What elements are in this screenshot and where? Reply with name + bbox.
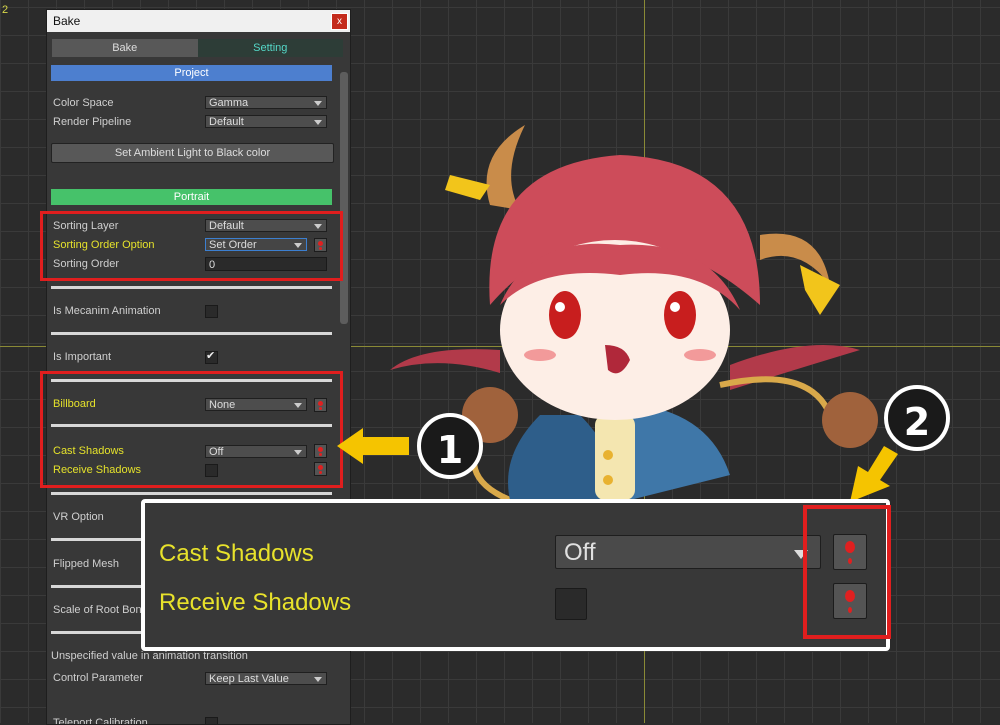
is-important-label: Is Important: [53, 351, 112, 363]
annotation-badge-2: 2: [884, 385, 950, 451]
flipped-mesh-label: Flipped Mesh: [53, 558, 120, 570]
control-parameter-label: Control Parameter: [53, 672, 143, 684]
highlight-shadows-box: [40, 371, 343, 488]
arrow-down-icon: [850, 446, 898, 502]
scale-root-label: Scale of Root Bon: [53, 604, 142, 616]
zoom-callout: Cast Shadows Off Receive Shadows: [141, 499, 891, 651]
color-space-dropdown[interactable]: Gamma: [205, 96, 327, 109]
vr-option-label: VR Option: [53, 511, 104, 523]
mecanim-checkbox[interactable]: [205, 305, 218, 318]
render-pipeline-label: Render Pipeline: [53, 116, 132, 128]
ambient-light-button[interactable]: Set Ambient Light to Black color: [51, 143, 334, 163]
highlight-zoom-warning-box: [803, 505, 891, 639]
chevron-down-icon: [314, 677, 322, 682]
chevron-down-icon: [314, 101, 322, 106]
teleport-checkbox[interactable]: [205, 717, 218, 724]
divider: [51, 286, 332, 289]
zoom-cast-shadows-value: Off: [564, 539, 596, 566]
zoom-cast-shadows-dropdown[interactable]: Off: [555, 535, 821, 569]
window-title: Bake: [53, 14, 81, 28]
tab-setting[interactable]: Setting: [197, 39, 343, 57]
tab-bake[interactable]: Bake: [52, 39, 198, 57]
control-parameter-dropdown[interactable]: Keep Last Value: [205, 672, 327, 685]
render-pipeline-dropdown[interactable]: Default: [205, 115, 327, 128]
control-parameter-value: Keep Last Value: [209, 673, 289, 685]
zoom-receive-shadows-checkbox[interactable]: [555, 588, 587, 620]
annotation-badge-1: 1: [417, 413, 483, 479]
render-pipeline-value: Default: [209, 116, 244, 128]
window-titlebar: Bake x: [47, 10, 350, 32]
tab-bar: Bake Setting: [52, 39, 343, 57]
zoom-cast-shadows-label: Cast Shadows: [159, 540, 314, 567]
highlight-sorting-box: [40, 211, 343, 281]
divider: [51, 332, 332, 335]
divider: [51, 492, 332, 495]
scrollbar[interactable]: [340, 72, 348, 324]
zoom-receive-shadows-label: Receive Shadows: [159, 589, 352, 616]
teleport-label: Teleport Calibration: [53, 717, 148, 725]
project-header: Project: [51, 65, 332, 81]
arrow-left-icon: [337, 428, 409, 464]
close-button[interactable]: x: [331, 13, 348, 30]
color-space-label: Color Space: [53, 97, 114, 109]
mecanim-label: Is Mecanim Animation: [53, 305, 161, 317]
is-important-checkbox[interactable]: [205, 349, 218, 364]
scene-corner-label: 2: [2, 4, 9, 16]
color-space-value: Gamma: [209, 97, 249, 109]
portrait-header: Portrait: [51, 189, 332, 205]
chevron-down-icon: [314, 120, 322, 125]
